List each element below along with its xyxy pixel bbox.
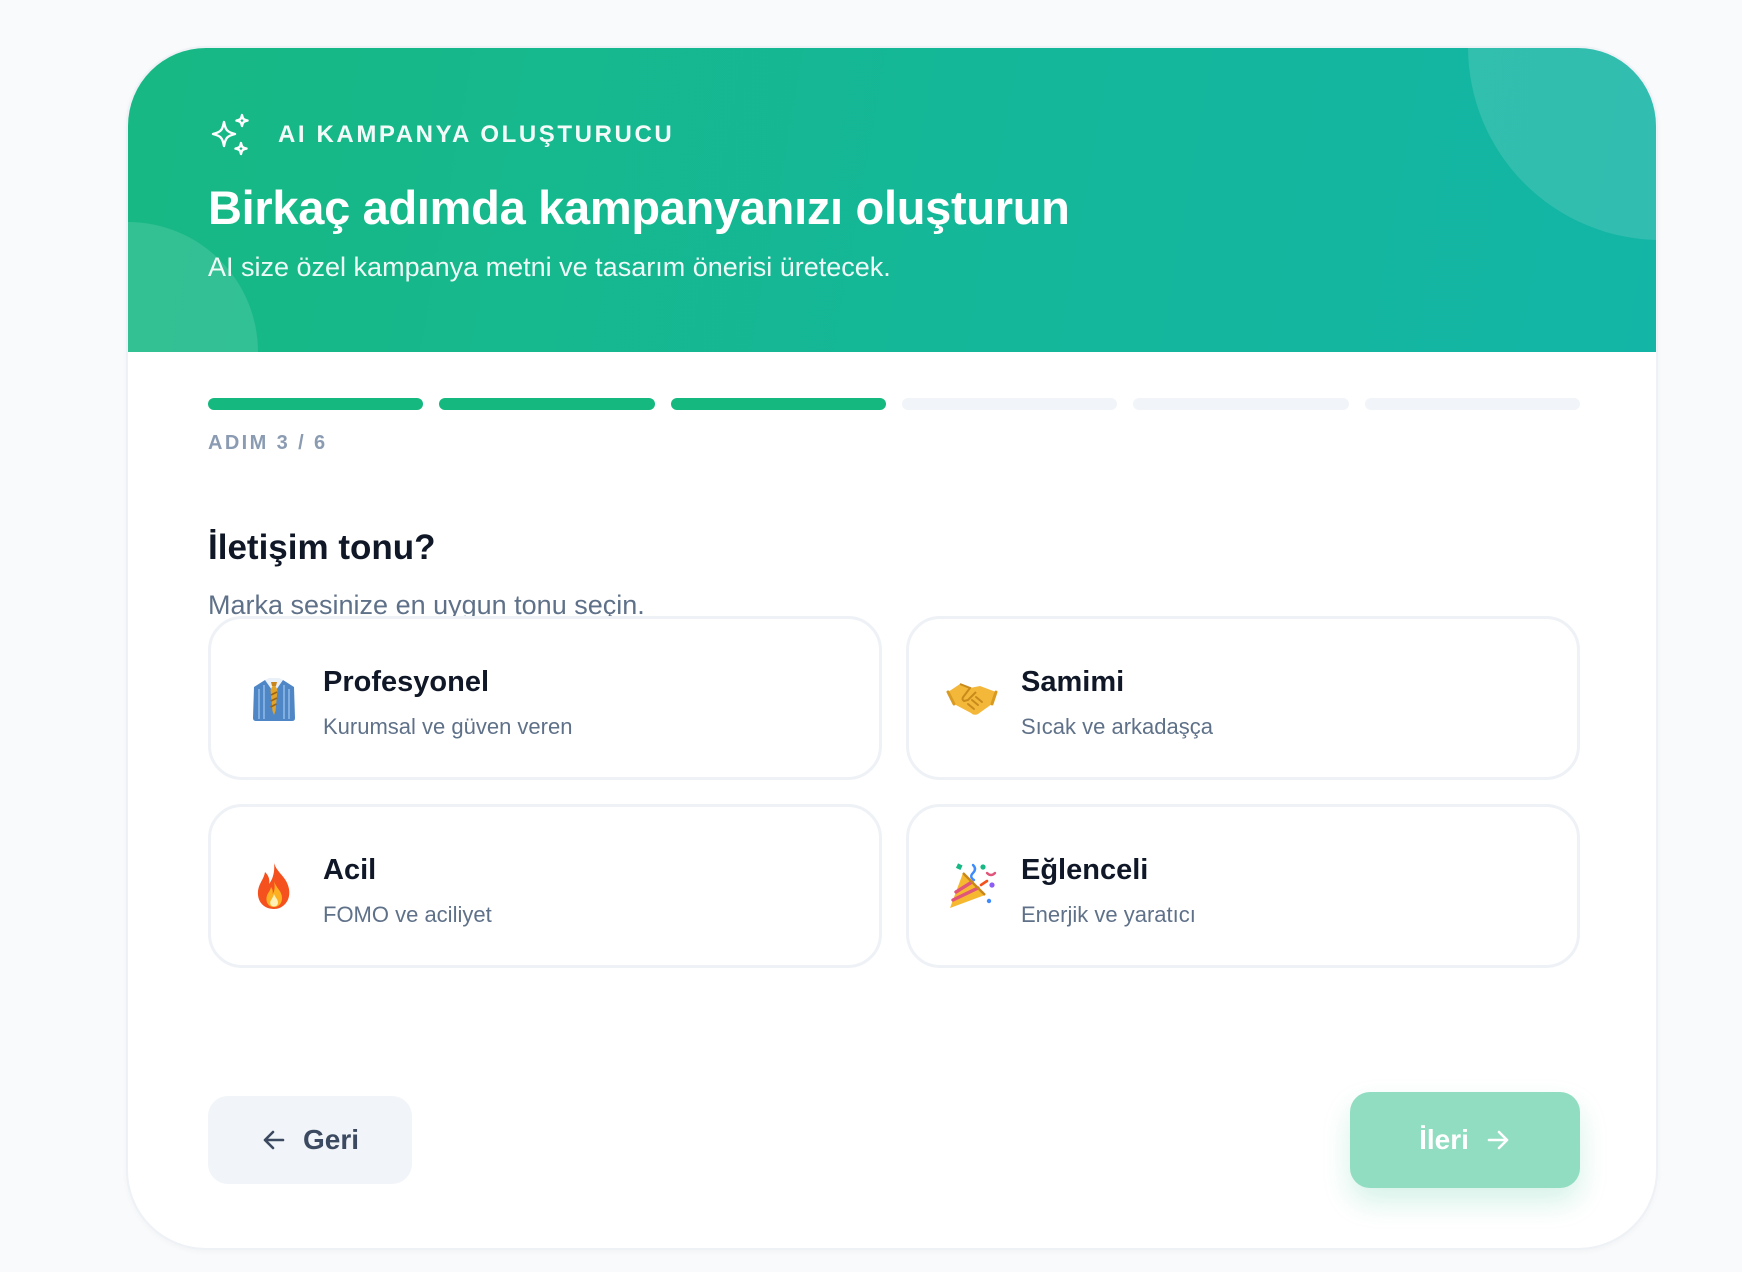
party-popper-icon [945,859,999,913]
next-button-label: İleri [1419,1124,1469,1155]
option-description: Enerjik ve yaratıcı [1021,902,1196,927]
necktie-icon [247,671,301,725]
eyebrow-label: AI KAMPANYA OLUŞTURUCU [278,121,675,148]
progress-segment-complete [670,398,886,410]
decorative-circle [1468,48,1656,240]
option-title: Samimi [1021,666,1125,698]
handshake-icon [945,671,999,725]
arrow-right-icon [1487,1130,1509,1150]
option-title: Acil [323,854,377,886]
tone-option-eglenceli[interactable]: Eğlenceli Enerjik ve yaratıcı [906,804,1580,968]
next-button[interactable]: İleri [1350,1092,1580,1188]
eyebrow: AI KAMPANYA OLUŞTURUCU [208,112,674,158]
page-title: Birkaç adımda kampanyanızı oluşturun [208,181,1070,234]
decorative-circle [128,222,258,352]
option-description: Kurumsal ve güven veren [323,714,573,739]
option-description: Sıcak ve arkadaşça [1021,714,1213,739]
wizard-header: AI KAMPANYA OLUŞTURUCU Birkaç adımda kam… [128,48,1656,352]
tone-option-acil[interactable]: Acil FOMO ve aciliyet [208,804,882,968]
option-title: Eğlenceli [1021,854,1149,886]
back-button[interactable]: Geri [208,1096,412,1184]
campaign-wizard-card: AI KAMPANYA OLUŞTURUCU Birkaç adımda kam… [126,46,1658,1250]
page-subtitle: AI size özel kampanya metni ve tasarım ö… [208,252,891,282]
step-counter: ADIM 3 / 6 [208,432,328,454]
progress-segment-complete [208,398,424,410]
option-title: Profesyonel [323,666,489,698]
progress-segment-pending [901,398,1118,410]
question-title: İletişim tonu? [208,528,436,567]
tone-option-samimi[interactable]: Samimi Sıcak ve arkadaşça [906,616,1580,780]
tone-option-profesyonel[interactable]: Profesyonel Kurumsal ve güven veren [208,616,882,780]
progress-segment-pending [1133,398,1349,410]
step-progress-bar [208,398,1580,410]
progress-segment-pending [1364,398,1580,410]
option-description: FOMO ve aciliyet [323,902,492,927]
arrow-left-icon [263,1130,285,1150]
progress-segment-complete [439,398,655,410]
fire-icon [247,859,301,913]
back-button-label: Geri [302,1124,360,1155]
sparkles-icon [208,112,254,158]
